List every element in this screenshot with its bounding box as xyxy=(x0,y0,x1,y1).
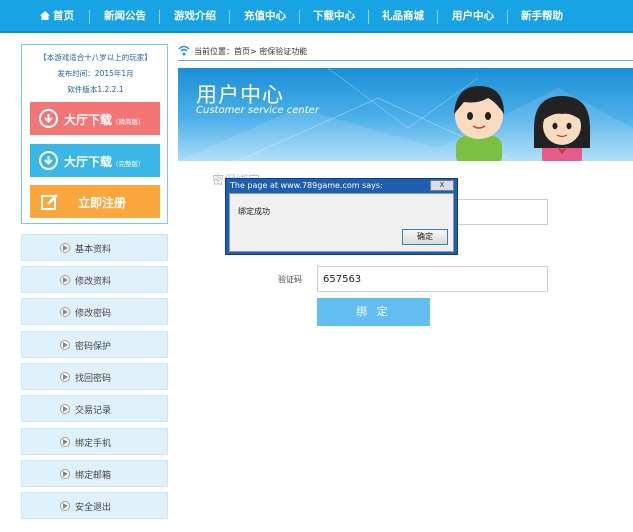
nav-divider xyxy=(299,10,300,24)
software-version: 软件版本1.2.2.1 xyxy=(67,85,124,94)
register-label: 立即注册 xyxy=(78,196,127,210)
arrow-right-icon xyxy=(60,243,70,253)
nav-recharge[interactable]: 充值中心 xyxy=(244,0,286,33)
download-full-button[interactable]: 大厅下载（完整版） xyxy=(30,144,160,177)
download-panel: 【本游戏适合十八岁以上的玩家】 发布时间：2015年1月 软件版本1.2.2.1… xyxy=(21,44,168,224)
menu-change-password[interactable]: 修改密码 xyxy=(21,298,168,325)
nav-divider xyxy=(507,10,508,24)
download-lite-button[interactable]: 大厅下载（精简版） xyxy=(30,102,160,135)
location-icon xyxy=(178,45,190,56)
nav-divider xyxy=(368,10,369,24)
menu-label: 找回密码 xyxy=(75,374,112,384)
nav-divider xyxy=(437,10,438,24)
arrow-right-icon xyxy=(60,307,70,317)
menu-label: 修改密码 xyxy=(75,309,112,319)
menu-label: 密码保护 xyxy=(75,342,112,352)
nav-download[interactable]: 下载中心 xyxy=(313,0,355,33)
arrow-right-icon xyxy=(60,404,70,414)
release-date: 发布时间：2015年1月 xyxy=(57,69,134,78)
menu-label: 绑定邮箱 xyxy=(75,471,112,481)
nav-help[interactable]: 新手帮助 xyxy=(521,0,563,33)
menu-bind-email[interactable]: 绑定邮箱 xyxy=(21,460,168,487)
boy-illustration xyxy=(454,86,504,161)
menu-edit-info[interactable]: 修改资料 xyxy=(21,266,168,293)
menu-label: 交易记录 xyxy=(75,406,112,416)
menu-label: 基本资料 xyxy=(75,245,112,255)
menu-label: 修改资料 xyxy=(75,277,112,287)
nav-divider xyxy=(89,10,90,24)
download-lite-sub: （精简版） xyxy=(112,118,145,126)
menu-transactions[interactable]: 交易记录 xyxy=(21,395,168,422)
arrow-right-icon xyxy=(60,469,70,479)
nav-gift-mall[interactable]: 礼品商城 xyxy=(382,0,424,33)
download-full-sub: （完整版） xyxy=(112,160,145,168)
code-label: 验证码 xyxy=(278,275,302,284)
banner-subtitle: Customer service center xyxy=(196,105,319,116)
dialog-close-button[interactable]: X xyxy=(430,180,454,191)
menu-recover-password[interactable]: 找回密码 xyxy=(21,363,168,390)
breadcrumb-text: 当前位置：首页> 密保验证功能 xyxy=(194,47,308,56)
verification-code-input[interactable]: 657563 xyxy=(317,266,548,292)
arrow-right-icon xyxy=(60,372,70,382)
nav-divider xyxy=(159,10,160,24)
nav-divider xyxy=(229,10,230,24)
dialog-body: 绑定成功 确定 xyxy=(229,193,454,252)
nav-home[interactable]: 首页 xyxy=(40,0,74,33)
arrow-right-icon xyxy=(60,340,70,350)
register-button[interactable]: 立即注册 xyxy=(30,185,160,218)
menu-basic-info[interactable]: 基本资料 xyxy=(21,234,168,261)
alert-dialog: The page at www.789game.com says: X 绑定成功… xyxy=(225,178,458,255)
arrow-right-icon xyxy=(60,501,70,511)
nav-user-center[interactable]: 用户中心 xyxy=(452,0,494,33)
nav-game-intro[interactable]: 游戏介绍 xyxy=(174,0,216,33)
menu-password-protection[interactable]: 密码保护 xyxy=(21,331,168,358)
download-full-label: 大厅下载 xyxy=(64,155,113,169)
arrow-right-icon xyxy=(60,275,70,285)
dialog-message: 绑定成功 xyxy=(238,207,270,216)
dialog-title: The page at www.789game.com says: xyxy=(230,181,383,190)
top-nav: 首页 新闻公告 游戏介绍 充值中心 下载中心 礼品商城 用户中心 新手帮助 xyxy=(0,0,633,33)
girl-illustration xyxy=(534,96,590,161)
arrow-right-icon xyxy=(60,437,70,447)
nav-home-label: 首页 xyxy=(53,10,74,22)
edit-icon xyxy=(41,194,58,210)
download-icon xyxy=(39,151,58,170)
dialog-ok-button[interactable]: 确定 xyxy=(402,229,448,245)
download-icon xyxy=(39,109,58,128)
breadcrumb: 当前位置：首页> 密保验证功能 xyxy=(178,44,633,61)
age-notice: 【本游戏适合十八岁以上的玩家】 xyxy=(39,53,152,62)
menu-label: 安全退出 xyxy=(75,503,112,513)
user-center-banner: 用户中心 Customer service center xyxy=(178,68,633,161)
bind-button[interactable]: 绑 定 xyxy=(317,298,430,326)
home-icon xyxy=(40,11,50,20)
menu-bind-phone[interactable]: 绑定手机 xyxy=(21,428,168,455)
menu-label: 绑定手机 xyxy=(75,439,112,449)
download-lite-label: 大厅下载 xyxy=(64,113,113,127)
nav-news[interactable]: 新闻公告 xyxy=(104,0,146,33)
menu-logout[interactable]: 安全退出 xyxy=(21,492,168,519)
